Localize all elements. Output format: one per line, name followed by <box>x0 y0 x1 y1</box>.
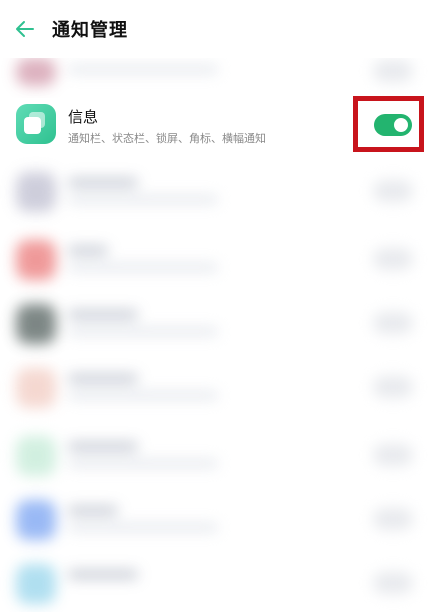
blurred-text <box>68 442 138 451</box>
blurred-text <box>68 310 138 319</box>
blurred-text <box>68 506 118 515</box>
blurred-toggle <box>373 180 413 202</box>
blurred-app-icon <box>16 304 56 344</box>
back-button[interactable] <box>14 18 36 40</box>
page-title: 通知管理 <box>52 20 128 41</box>
blurred-app-icon <box>16 564 56 604</box>
blurred-toggle <box>373 60 413 82</box>
blurred-text <box>68 196 218 203</box>
arrow-left-icon <box>16 21 34 37</box>
blurred-app-row <box>0 424 431 484</box>
blurred-toggle <box>373 508 413 530</box>
blurred-app-row <box>0 160 431 220</box>
blurred-app-row <box>0 228 431 288</box>
notification-toggle[interactable] <box>374 114 412 136</box>
blurred-app-icon <box>16 436 56 476</box>
blurred-app-row <box>0 356 431 416</box>
blurred-text <box>68 374 138 383</box>
blurred-app-row <box>0 488 431 548</box>
blurred-text <box>68 460 218 467</box>
toggle-knob <box>394 118 408 132</box>
icon-shape <box>24 117 41 134</box>
app-name: 信息 <box>68 108 99 126</box>
blurred-text <box>68 178 138 187</box>
blurred-text <box>68 392 218 399</box>
blurred-app-row <box>0 292 431 352</box>
blurred-toggle <box>373 572 413 594</box>
messages-app-icon <box>16 104 56 144</box>
blurred-app-icon <box>16 240 56 280</box>
blurred-text <box>68 264 218 271</box>
blurred-toggle <box>373 444 413 466</box>
notification-types: 通知栏、状态栏、锁屏、角标、横幅通知 <box>68 132 266 145</box>
blurred-text <box>68 66 218 73</box>
blurred-text <box>68 246 108 255</box>
blurred-app-icon <box>16 58 56 86</box>
highlight-box <box>353 96 424 152</box>
blurred-app-icon <box>16 500 56 540</box>
blurred-app-icon <box>16 172 56 212</box>
blurred-app-row <box>0 552 431 612</box>
blurred-app-icon <box>16 368 56 408</box>
header-bar: 通知管理 <box>0 0 431 58</box>
blurred-text <box>68 524 218 531</box>
blurred-toggle <box>373 312 413 334</box>
blurred-text <box>68 570 138 579</box>
blurred-toggle <box>373 376 413 398</box>
blurred-text <box>68 328 218 335</box>
blurred-toggle <box>373 248 413 270</box>
